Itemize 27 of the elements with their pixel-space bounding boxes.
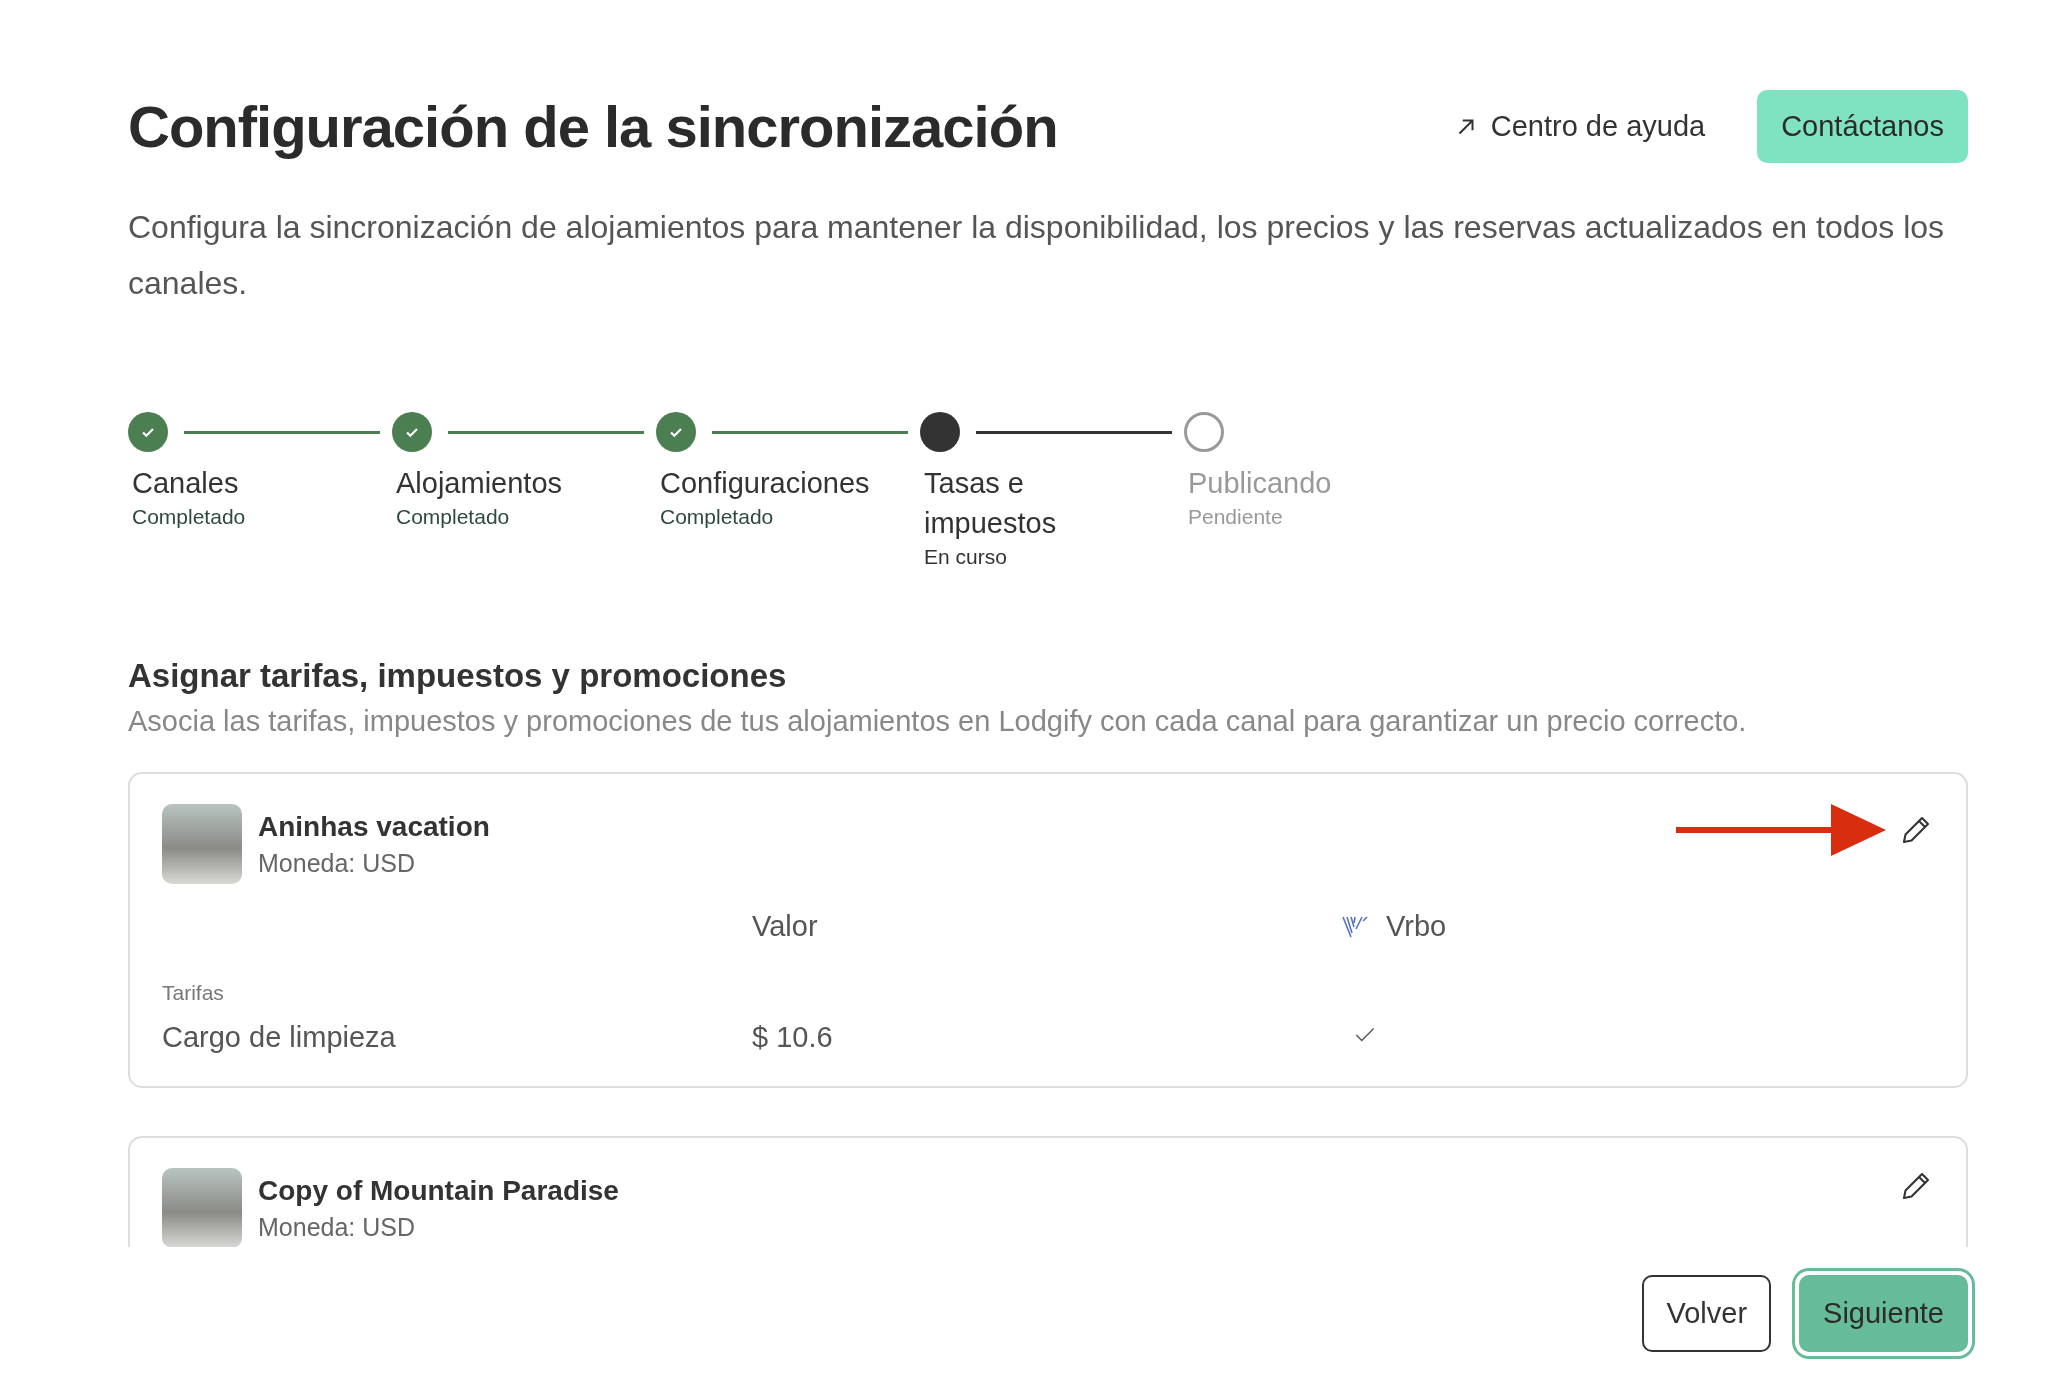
help-link[interactable]: Centro de ayuda bbox=[1452, 110, 1706, 143]
group-label: Tarifas bbox=[162, 981, 225, 1005]
section-title: Asignar tarifas, impuestos y promociones bbox=[128, 657, 788, 695]
section-subtitle: Asocia las tarifas, impuestos y promociones de tus alojamientos en Lodgify con cada canal para garantizar un precio correcto. bbox=[128, 705, 1748, 738]
step-status: Pendiente bbox=[1187, 505, 1284, 529]
column-header: Valor bbox=[752, 910, 819, 943]
property-name: Copy of Mountain Paradise bbox=[258, 1174, 620, 1207]
property-name: Aninhas vacation bbox=[258, 810, 491, 843]
table-cell-text: Cargo de limpieza bbox=[162, 1021, 397, 1054]
step-status: En curso bbox=[923, 545, 1008, 569]
step-status: Completado bbox=[395, 505, 511, 529]
step-status: Completado bbox=[659, 505, 775, 529]
step-label: Alojamientos bbox=[395, 466, 564, 501]
vrbo-logo-icon bbox=[1342, 914, 1368, 939]
page-title: Configuración de la sincronización bbox=[128, 93, 1058, 160]
column-header: Vrbo bbox=[1386, 910, 1447, 943]
back-button[interactable]: Volver bbox=[1642, 1275, 1772, 1352]
step-label: Configuraciones bbox=[659, 466, 871, 501]
step-status: Completado bbox=[131, 505, 247, 529]
step-label: Publicando bbox=[1187, 466, 1333, 501]
step-label: Tasas e impuestos bbox=[923, 466, 1058, 541]
property-currency: Moneda: USD bbox=[258, 1212, 417, 1242]
property-currency: Moneda: USD bbox=[258, 848, 417, 878]
step-label: Canales bbox=[131, 466, 240, 501]
page-description: Configura la sincronización de alojamientos para mantener la disponibilidad, los precios y las reservas actualizados en todos los canales. bbox=[128, 208, 1946, 303]
table-cell-text: $ 10.6 bbox=[752, 1021, 834, 1054]
contact-button[interactable]: Contáctanos bbox=[1757, 90, 1968, 163]
